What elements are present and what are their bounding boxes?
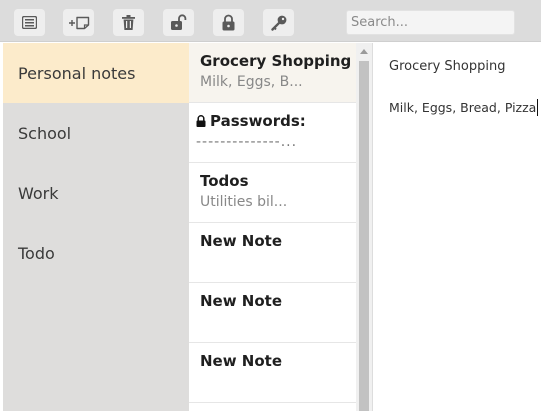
note-item[interactable]: New Note xyxy=(189,283,356,343)
sidebar-item-personal-notes[interactable]: Personal notes xyxy=(3,43,189,103)
lock-icon xyxy=(222,14,235,31)
new-note-button[interactable] xyxy=(63,9,94,36)
note-title: Todos xyxy=(200,172,249,190)
note-title: New Note xyxy=(200,292,283,310)
sidebar-item-label: School xyxy=(18,123,72,143)
sidebar-item-label: Work xyxy=(18,183,59,203)
lock-icon xyxy=(196,115,206,127)
note-item[interactable]: New Note xyxy=(189,223,356,283)
lock-button[interactable] xyxy=(213,9,244,36)
sidebar-item-school[interactable]: School xyxy=(3,103,189,163)
note-item[interactable]: Passwords: --------------... xyxy=(189,103,356,163)
new-note-icon xyxy=(68,16,89,29)
note-preview: --------------... xyxy=(196,134,298,150)
text-caret xyxy=(537,99,539,116)
note-title: Passwords: xyxy=(210,112,306,130)
note-list-scrollbar[interactable] xyxy=(356,43,372,411)
note-list: Grocery Shopping Milk, Eggs, B... Passwo… xyxy=(189,43,356,411)
note-title: Grocery Shopping xyxy=(200,52,350,70)
scroll-thumb[interactable] xyxy=(359,61,369,411)
sidebar: Personal notes School Work Todo xyxy=(3,43,189,411)
key-icon xyxy=(270,15,286,31)
note-title: New Note xyxy=(200,232,283,250)
sidebar-item-todo[interactable]: Todo xyxy=(3,223,189,283)
note-item[interactable]: Todos Utilities bil... xyxy=(189,163,356,223)
note-preview: Milk, Eggs, B... xyxy=(200,74,303,90)
editor-body[interactable]: Milk, Eggs, Bread, Pizza xyxy=(389,99,539,116)
note-title: New Note xyxy=(200,352,283,370)
sidebar-item-work[interactable]: Work xyxy=(3,163,189,223)
sidebar-item-label: Personal notes xyxy=(18,63,136,83)
trash-icon xyxy=(122,15,135,30)
scroll-up-arrow-icon[interactable] xyxy=(360,49,368,54)
note-item[interactable]: New Note xyxy=(189,343,356,403)
key-button[interactable] xyxy=(263,9,294,36)
list-view-button[interactable] xyxy=(14,9,45,36)
toolbar xyxy=(0,0,541,42)
editor-title[interactable]: Grocery Shopping xyxy=(389,59,505,74)
note-preview: Utilities bil... xyxy=(200,194,288,210)
search-input[interactable] xyxy=(346,10,515,35)
unlock-icon xyxy=(171,14,187,30)
note-editor[interactable]: Grocery Shopping Milk, Eggs, Bread, Pizz… xyxy=(373,43,541,411)
unlock-button[interactable] xyxy=(163,9,194,36)
list-view-icon xyxy=(22,16,37,29)
note-item[interactable]: Grocery Shopping Milk, Eggs, B... xyxy=(189,43,356,103)
delete-button[interactable] xyxy=(113,9,144,36)
editor-body-text: Milk, Eggs, Bread, Pizza xyxy=(389,100,537,115)
sidebar-item-label: Todo xyxy=(18,243,55,263)
